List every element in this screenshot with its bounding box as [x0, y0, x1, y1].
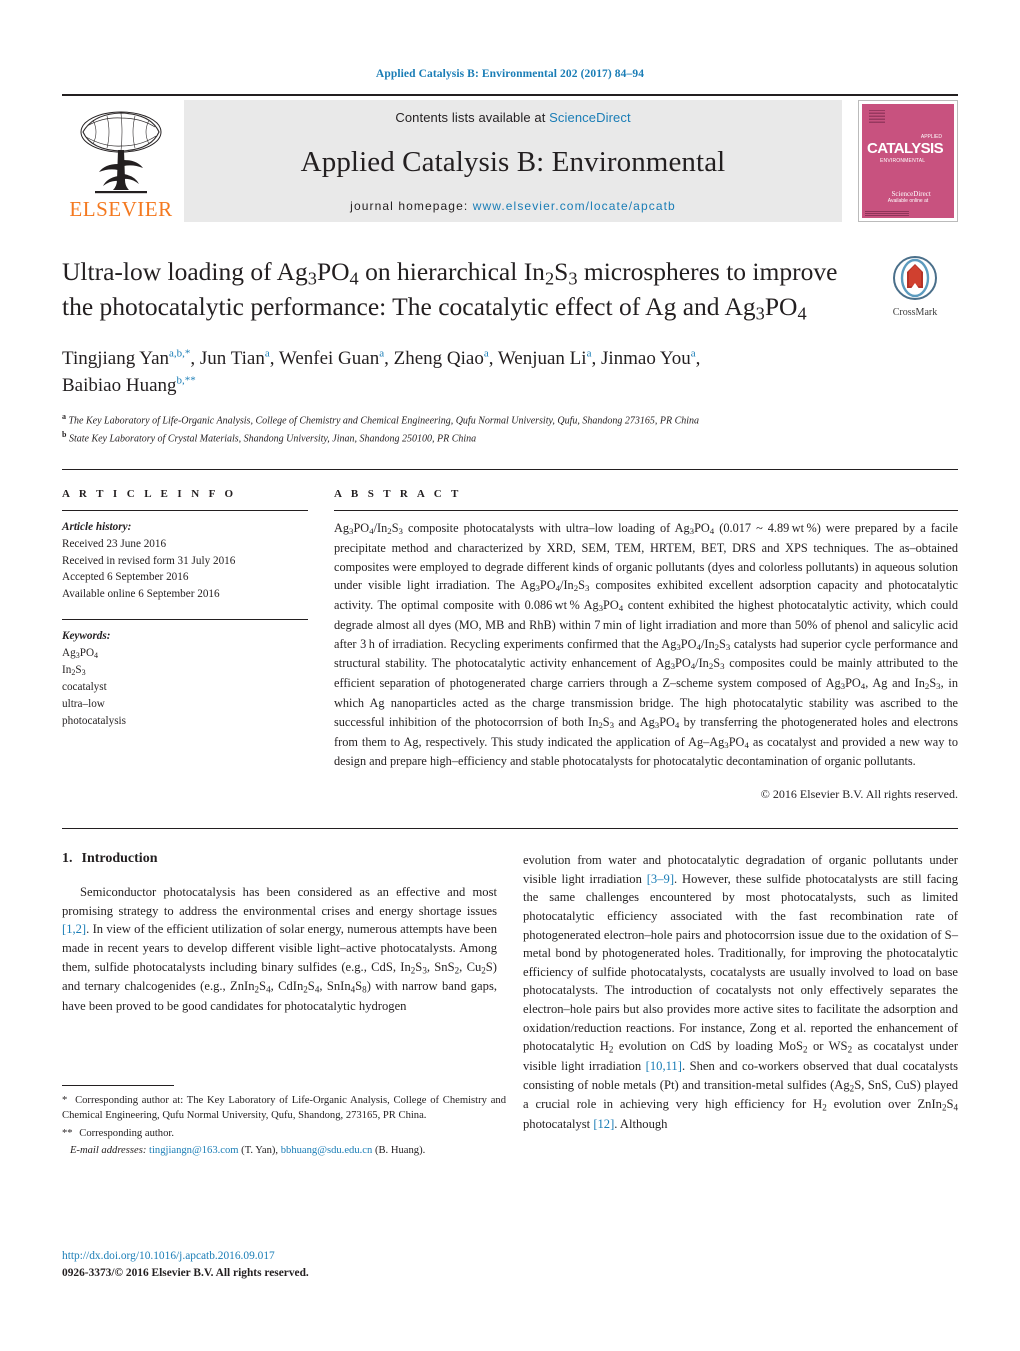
introduction-paragraph-right: evolution from water and photocatalytic … — [523, 853, 959, 1131]
sciencedirect-link[interactable]: ScienceDirect — [549, 110, 631, 125]
cover-subtitle: ENVIRONMENTAL — [880, 158, 926, 164]
abstract-column: A B S T R A C T Ag3PO4/In2S3 composite p… — [334, 488, 958, 802]
keywords-label: Keywords: — [62, 629, 111, 642]
abstract-copyright: © 2016 Elsevier B.V. All rights reserved… — [760, 787, 958, 802]
journal-title: Applied Catalysis B: Environmental — [300, 145, 726, 178]
crossmark-icon[interactable] — [893, 256, 937, 300]
author-affiliation-marker: a,b,* — [169, 347, 191, 360]
keyword-item: photocatalysis — [62, 714, 127, 727]
author-line-2: Baibiao Huangb,** — [62, 374, 196, 396]
article-revised: Received in revised form 31 July 2016 — [62, 554, 236, 567]
introduction-title: Introduction — [81, 851, 158, 867]
article-info-heading: A R T I C L E I N F O — [62, 488, 237, 500]
article-received: Received 23 June 2016 — [62, 537, 167, 550]
citation-ref-1-2[interactable]: [1,2] — [62, 922, 86, 936]
title-line-3: and Ag3PO4 — [682, 292, 807, 324]
author-list: Tingjiang Yana,b,*, Jun Tiana, Wenfei Gu… — [62, 346, 958, 399]
affiliation-b: State Key Laboratory of Crystal Material… — [68, 433, 477, 445]
paper-title-block: Ultra-low loading of Ag3PO4 on hierarchi… — [62, 256, 872, 326]
cover-elsevier-mark — [869, 110, 885, 123]
title-line-1: Ultra-low loading of Ag3PO4 on hierarchi… — [62, 257, 747, 289]
journal-cover-thumbnail: APPLIED CATALYSIS ENVIRONMENTAL Availabl… — [858, 100, 958, 222]
introduction-heading: 1. Introduction — [62, 851, 497, 867]
keywords-block: Keywords: Ag3PO4 In2S3 cocatalyst ultra–… — [62, 628, 308, 729]
cover-title: CATALYSIS — [867, 140, 944, 157]
citation-ref-12[interactable]: [12] — [593, 1117, 614, 1131]
affiliation-a-row: a The Key Laboratory of Life-Organic Ana… — [62, 411, 958, 429]
homepage-prefix: journal homepage: — [350, 199, 473, 213]
cover-availability: Available online at — [887, 198, 929, 204]
divider-below-abstract — [62, 828, 958, 830]
homepage-url[interactable]: www.elsevier.com/locate/apcatb — [473, 199, 676, 213]
article-history-label: Article history: — [62, 521, 132, 533]
footnote-star-2: ** — [62, 1127, 73, 1139]
keyword-item: cocatalyst — [62, 681, 107, 693]
email-owner-2: (B. Huang). — [374, 1145, 426, 1157]
footnote-corresponding-1: * Corresponding author at: The Key Labor… — [62, 1093, 506, 1124]
affiliation-a: The Key Laboratory of Life-Organic Analy… — [68, 415, 700, 427]
keyword-item: In2S3 — [62, 663, 86, 677]
footnote-area: * Corresponding author at: The Key Labor… — [62, 1085, 506, 1160]
page-title: Ultra-low loading of Ag3PO4 on hierarchi… — [62, 256, 856, 326]
article-accepted: Accepted 6 September 2016 — [62, 571, 189, 584]
keyword-item: Ag3PO4 — [62, 646, 99, 660]
email-link-2[interactable]: bbhuang@sdu.edu.cn — [281, 1145, 373, 1156]
abstract-rule-top — [334, 510, 958, 511]
footnote-divider — [62, 1085, 174, 1086]
footnote-corresponding-1-text: Corresponding author at: The Key Laborat… — [62, 1095, 506, 1122]
divider-above-abstract — [62, 469, 958, 470]
footnote-corresponding-2: ** Corresponding author. — [62, 1126, 506, 1141]
running-head: Applied Catalysis B: Environmental 202 (… — [375, 68, 645, 80]
cover-bottom-bar — [865, 211, 909, 216]
cover-sciencedirect: ScienceDirect — [891, 190, 931, 198]
citation-ref-10-11[interactable]: [10,11] — [646, 1059, 682, 1073]
affiliation-a-marker: a — [62, 412, 66, 422]
author-line-1: Tingjiang Yana,b,*, Jun Tiana, Wenfei Gu… — [62, 347, 701, 370]
article-info-rule-keywords — [62, 618, 308, 620]
elsevier-logo: ELSEVIER — [62, 100, 180, 222]
info-and-abstract: A R T I C L E I N F O Article history: R… — [62, 488, 958, 802]
email-addresses-label: E-mail addresses: — [69, 1145, 147, 1157]
footnote-star-1: * — [62, 1095, 68, 1106]
footnote-emails: E-mail addresses: tingjiangn@163.com (T.… — [62, 1143, 506, 1158]
article-available-online: Available online 6 September 2016 — [62, 588, 220, 601]
doi-link[interactable]: http://dx.doi.org/10.1016/j.apcatb.2016.… — [62, 1248, 309, 1265]
introduction-paragraph-left: Semiconductor photocatalysis has been co… — [62, 885, 497, 1013]
keyword-item: ultra–low — [62, 697, 105, 710]
affiliations: a The Key Laboratory of Life-Organic Ana… — [62, 411, 958, 447]
journal-homepage-line: journal homepage: www.elsevier.com/locat… — [350, 199, 676, 213]
article-info-rule-top — [62, 510, 308, 511]
crossmark-label: CrossMark — [892, 307, 938, 318]
contents-available-line: Contents lists available at ScienceDirec… — [395, 110, 630, 125]
introduction-number: 1. — [62, 851, 73, 867]
journal-band: Contents lists available at ScienceDirec… — [184, 100, 842, 222]
elsevier-tree-icon — [80, 111, 162, 194]
abstract-text: Ag3PO4/In2S3 composite photocatalysts wi… — [334, 521, 959, 769]
contents-prefix: Contents lists available at — [395, 110, 550, 125]
body-column-right: evolution from water and photocatalytic … — [523, 851, 958, 1134]
elsevier-wordmark: ELSEVIER — [69, 197, 173, 221]
journal-article-page: Applied Catalysis B: Environmental 202 (… — [0, 0, 1020, 1351]
affiliation-b-marker: b — [62, 430, 67, 440]
affiliation-b-row: b State Key Laboratory of Crystal Materi… — [62, 429, 958, 447]
doi-footer: http://dx.doi.org/10.1016/j.apcatb.2016.… — [62, 1248, 309, 1282]
citation-ref-3-9[interactable]: [3–9] — [647, 872, 674, 886]
footnote-corresponding-2-text: Corresponding author. — [79, 1127, 174, 1139]
journal-masthead: ELSEVIER Contents lists available at Sci… — [62, 94, 958, 222]
title-area: Ultra-low loading of Ag3PO4 on hierarchi… — [62, 256, 958, 326]
abstract-heading: A B S T R A C T — [334, 488, 462, 500]
article-info-column: A R T I C L E I N F O Article history: R… — [62, 488, 334, 729]
article-history-block: Article history: Received 23 June 2016 R… — [62, 519, 308, 603]
email-owner-1: (T. Yan), — [241, 1145, 279, 1157]
issn-copyright-line: 0926-3373/© 2016 Elsevier B.V. All right… — [62, 1267, 309, 1280]
crossmark-badge[interactable]: CrossMark — [872, 256, 958, 318]
email-link-1[interactable]: tingjiangn@163.com — [149, 1145, 239, 1156]
